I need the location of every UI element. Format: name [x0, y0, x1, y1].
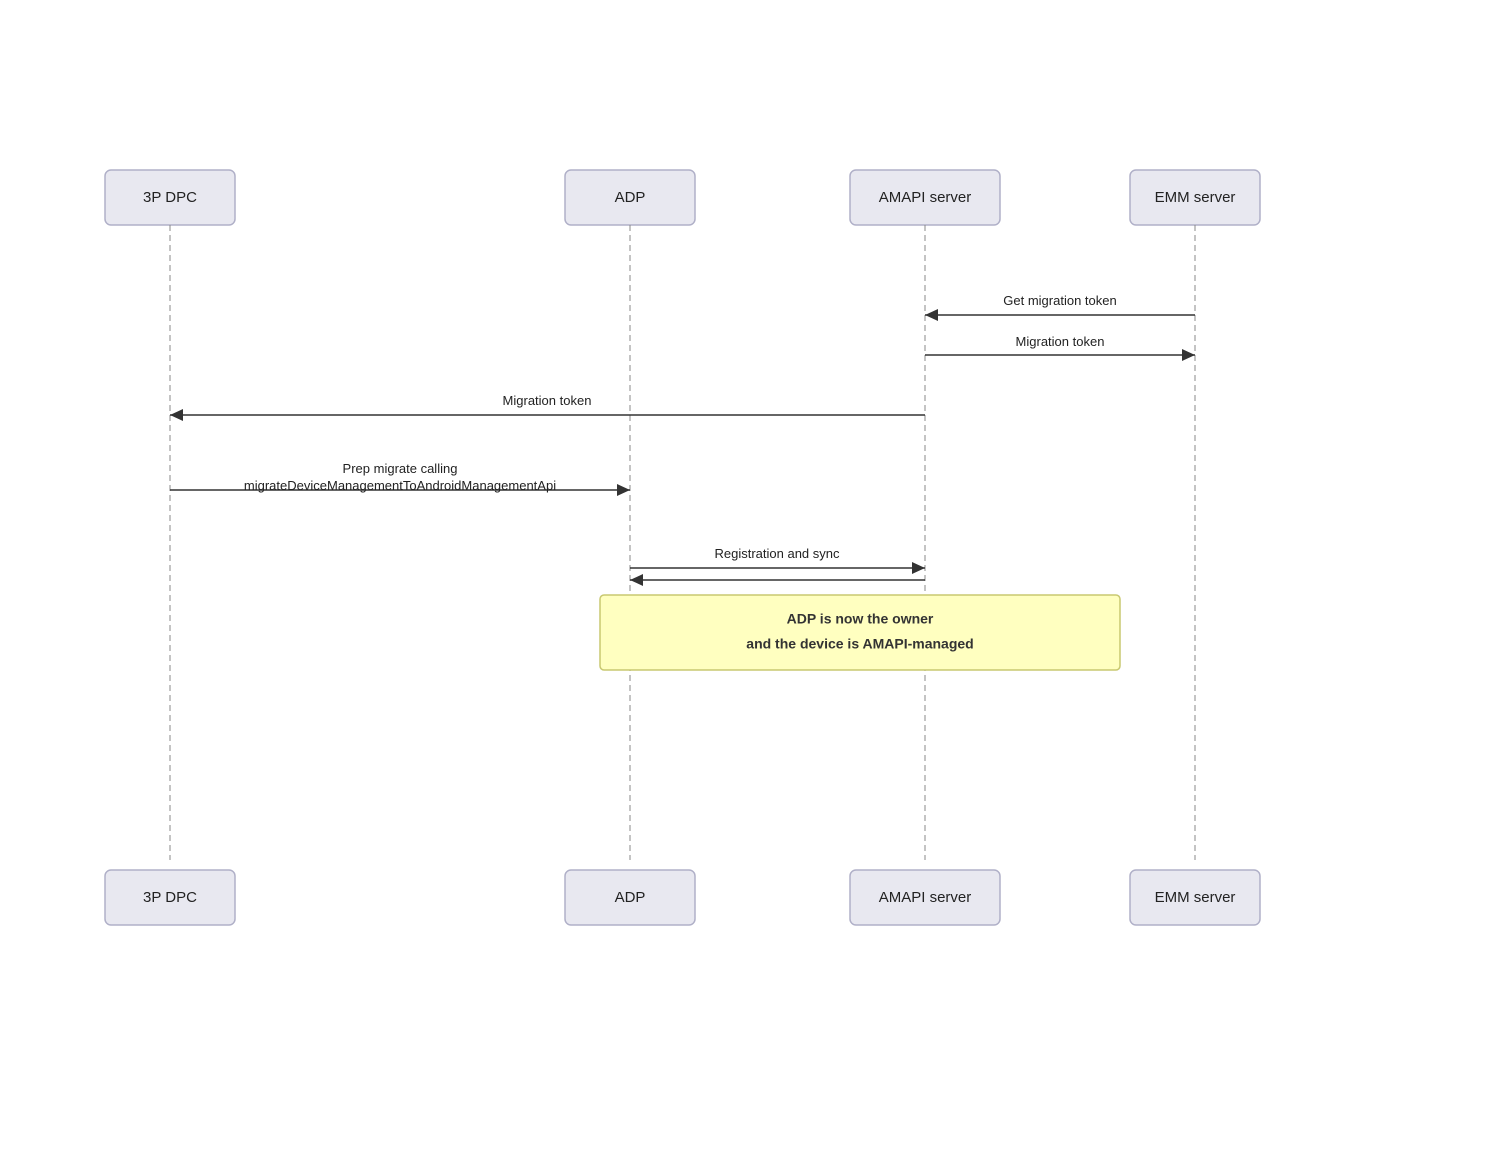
actor-label-emm-bottom: EMM server [1155, 889, 1236, 906]
arrowhead-reg-sync-left [630, 574, 643, 586]
arrowhead-prep-migrate [617, 484, 630, 496]
actor-label-amapi-top: AMAPI server [879, 189, 972, 206]
arrowhead-get-migration-token [925, 309, 938, 321]
highlight-label-line1: ADP is now the owner [787, 611, 934, 627]
arrowhead-reg-sync-right [912, 562, 925, 574]
actor-label-amapi-bottom: AMAPI server [879, 889, 972, 906]
arrowhead-migration-token-2 [170, 409, 183, 421]
actor-label-adp-bottom: ADP [615, 889, 646, 906]
arrow-label-prep-migrate-line1: Prep migrate calling [343, 461, 458, 476]
arrowhead-migration-token-1 [1182, 349, 1195, 361]
arrow-label-reg-sync: Registration and sync [714, 546, 840, 561]
arrow-label-prep-migrate-line2: migrateDeviceManagementToAndroidManageme… [244, 478, 556, 493]
highlight-label-line2: and the device is AMAPI-managed [746, 636, 973, 652]
arrow-label-migration-token-2: Migration token [503, 393, 592, 408]
arrow-label-get-migration-token: Get migration token [1003, 293, 1116, 308]
actor-label-dpc-bottom: 3P DPC [143, 889, 197, 906]
actor-label-dpc-top: 3P DPC [143, 189, 197, 206]
actor-label-emm-top: EMM server [1155, 189, 1236, 206]
arrow-label-migration-token-1: Migration token [1016, 334, 1105, 349]
highlight-box [600, 595, 1120, 670]
diagram-container: 3P DPC ADP AMAPI server EMM server Get m… [40, 160, 1460, 980]
actor-label-adp-top: ADP [615, 189, 646, 206]
